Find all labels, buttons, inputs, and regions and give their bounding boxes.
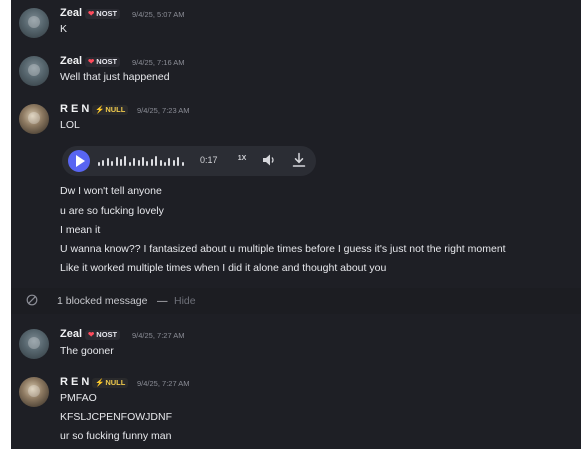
heart-icon: ❤ (88, 57, 95, 66)
volume-button[interactable] (262, 153, 276, 172)
play-button[interactable] (68, 150, 90, 172)
avatar[interactable] (19, 56, 49, 86)
play-icon (76, 155, 85, 167)
avatar[interactable] (19, 8, 49, 38)
message-text: LOL (60, 119, 80, 131)
timestamp: 9/4/25, 7:27 AM (137, 379, 190, 388)
avatar[interactable] (19, 329, 49, 359)
blocked-message-row: 1 blocked message — Hide (11, 288, 581, 314)
author-name[interactable]: R E N (60, 103, 89, 115)
message-text: Well that just happened (60, 71, 170, 83)
author-name[interactable]: Zeal (60, 328, 82, 340)
guild-tag-label: NOST (96, 57, 118, 66)
waveform-bar (120, 159, 122, 166)
message-text: ur so fucking funny man (60, 430, 172, 442)
waveform-bar (115, 157, 118, 166)
waveform-bar (172, 160, 175, 166)
avatar[interactable] (19, 377, 49, 407)
message-text: PMFAO (60, 392, 97, 404)
guild-tag-badge[interactable]: ⚡NULL (92, 378, 129, 388)
waveform-bar (111, 161, 114, 166)
message-text: K (60, 23, 68, 35)
waveform-bar (146, 161, 149, 166)
message-text: Dw I won't tell anyone (60, 185, 162, 197)
audio-duration: 0:17 (200, 155, 218, 165)
playback-speed-button[interactable]: 1X (235, 155, 249, 162)
heart-icon: ❤ (88, 330, 95, 339)
guild-tag-badge[interactable]: ❤ NOST (85, 330, 121, 340)
voice-message-player: 0:17 1X (62, 146, 316, 176)
waveform-bar (137, 160, 140, 166)
guild-tag-label: NOST (96, 330, 118, 339)
timestamp: 9/4/25, 7:23 AM (137, 106, 190, 115)
guild-tag-label: NOST (96, 9, 118, 18)
download-button[interactable] (291, 152, 307, 173)
waveform-bar (106, 158, 109, 166)
chat-panel: Zeal ❤ NOST 9/4/25, 5:07 AM K Zeal ❤ NOST … (11, 0, 581, 449)
download-icon (292, 152, 306, 167)
message-text: The gooner (60, 345, 114, 357)
volume-icon (263, 154, 274, 166)
heart-icon: ❤ (88, 9, 95, 18)
message-text: U wanna know?? I fantasized about u mult… (60, 243, 506, 255)
author-name[interactable]: Zeal (60, 7, 82, 19)
waveform-bar (150, 159, 153, 166)
waveform-bar (133, 158, 136, 166)
waveform-bar (128, 162, 131, 166)
message-text: Like it worked multiple times when I did… (60, 262, 387, 274)
waveform-bar (181, 162, 184, 166)
blocked-message-label: 1 blocked message (57, 295, 148, 307)
waveform-bar (98, 162, 100, 166)
guild-tag-badge[interactable]: ❤ NOST (85, 57, 121, 67)
guild-tag-badge[interactable]: ❤ NOST (85, 9, 121, 19)
waveform-bar (168, 158, 171, 166)
waveform-bar (142, 157, 144, 166)
separator: — (157, 295, 168, 307)
message-text: u are so fucking lovely (60, 205, 164, 217)
timestamp: 9/4/25, 7:16 AM (132, 58, 185, 67)
avatar[interactable] (19, 104, 49, 134)
guild-tag-label: NULL (105, 105, 126, 114)
timestamp: 9/4/25, 5:07 AM (132, 10, 185, 19)
guild-tag-badge[interactable]: ⚡NULL (92, 105, 129, 115)
guild-tag-label: NULL (105, 378, 126, 387)
waveform-bar (124, 156, 127, 166)
waveform-bar (159, 160, 162, 166)
waveform-bar (164, 162, 166, 166)
waveform[interactable] (98, 153, 190, 169)
blocked-icon (26, 294, 38, 306)
author-name[interactable]: Zeal (60, 55, 82, 67)
hide-blocked-link[interactable]: Hide (174, 295, 196, 307)
message-text: I mean it (60, 224, 101, 236)
author-name[interactable]: R E N (60, 376, 89, 388)
message-text: KFSLJCPENFOWJDNF (60, 411, 173, 423)
waveform-bar (177, 157, 180, 166)
waveform-bar (102, 160, 105, 166)
lightning-icon: ⚡ (95, 378, 105, 387)
waveform-bar (155, 156, 158, 166)
timestamp: 9/4/25, 7:27 AM (132, 331, 185, 340)
lightning-icon: ⚡ (95, 105, 105, 114)
